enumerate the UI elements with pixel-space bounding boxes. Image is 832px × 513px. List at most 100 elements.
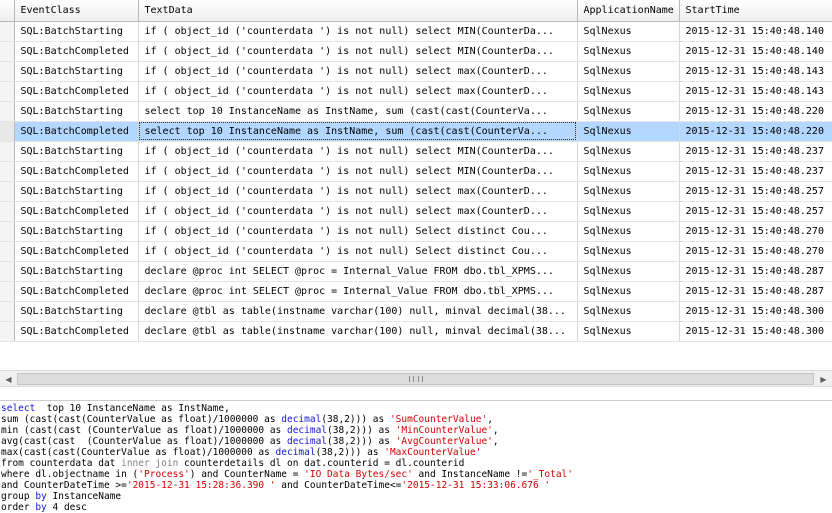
cell-eventclass[interactable]: SQL:BatchStarting <box>14 181 139 202</box>
table-row[interactable]: SQL:BatchCompleted select top 10 Instance… <box>0 121 832 142</box>
cell-textdata[interactable]: if ( object_id ('counterdata ') is not n… <box>138 241 578 262</box>
table-row[interactable]: SQL:BatchCompleted if ( object_id ('count… <box>0 161 832 182</box>
cell-textdata[interactable]: if ( object_id ('counterdata ') is not n… <box>138 61 578 82</box>
table-row[interactable]: SQL:BatchStarting if ( object_id ('counte… <box>0 141 832 162</box>
row-header[interactable] <box>0 301 15 322</box>
cell-starttime[interactable]: 2015-12-31 15:40:48.140 <box>679 21 832 42</box>
scrollbar-thumb[interactable] <box>17 373 814 385</box>
cell-starttime[interactable]: 2015-12-31 15:40:48.143 <box>679 81 832 102</box>
row-header[interactable] <box>0 261 15 282</box>
table-row[interactable]: SQL:BatchStarting if ( object_id ('counte… <box>0 21 832 42</box>
cell-applicationname[interactable]: SqlNexus <box>577 261 680 282</box>
cell-applicationname[interactable]: SqlNexus <box>577 301 680 322</box>
table-row[interactable]: SQL:BatchCompleted if ( object_id ('coun… <box>0 81 832 102</box>
cell-textdata[interactable]: declare @proc int SELECT @proc = Interna… <box>138 261 578 282</box>
cell-applicationname[interactable]: SqlNexus <box>577 241 680 262</box>
cell-starttime[interactable]: 2015-12-31 15:40:48.270 <box>679 241 832 262</box>
cell-applicationname[interactable]: SqlNexus <box>577 121 680 142</box>
cell-eventclass[interactable]: SQL:BatchCompleted <box>14 241 139 262</box>
cell-applicationname[interactable]: SqlNexus <box>577 201 680 222</box>
row-header[interactable] <box>0 221 15 242</box>
cell-textdata[interactable]: if ( object_id ('counterdata ') is not n… <box>138 21 578 42</box>
cell-starttime[interactable]: 2015-12-31 15:40:48.300 <box>679 321 832 342</box>
cell-textdata[interactable]: if ( object_id ('counterdata ') is not n… <box>138 161 578 182</box>
row-header[interactable] <box>0 141 15 162</box>
cell-starttime[interactable]: 2015-12-31 15:40:48.143 <box>679 61 832 82</box>
table-row[interactable]: SQL:BatchCompleted if ( object_id ('count… <box>0 41 832 62</box>
cell-eventclass[interactable]: SQL:BatchCompleted <box>14 161 139 182</box>
table-row[interactable]: SQL:BatchStarting select top 10 InstanceN… <box>0 101 832 122</box>
cell-textdata[interactable]: if ( object_id ('counterdata ') is not n… <box>138 81 578 102</box>
trace-grid[interactable]: EventClass TextData ApplicationName Star… <box>0 0 832 370</box>
sql-text-pane[interactable]: select top 10 InstanceName as InstName, s… <box>0 402 832 513</box>
cell-starttime[interactable]: 2015-12-31 15:40:48.287 <box>679 281 832 302</box>
row-header[interactable] <box>0 241 15 262</box>
cell-applicationname[interactable]: SqlNexus <box>577 321 680 342</box>
column-header-applicationname[interactable]: ApplicationName <box>577 0 680 22</box>
cell-textdata[interactable]: if ( object_id ('counterdata ') is not n… <box>138 181 578 202</box>
table-row[interactable]: SQL:BatchCompleted declare @tbl as table(… <box>0 321 832 342</box>
table-row[interactable]: SQL:BatchStarting if ( object_id ('count… <box>0 181 832 202</box>
cell-starttime[interactable]: 2015-12-31 15:40:48.237 <box>679 161 832 182</box>
column-header-eventclass[interactable]: EventClass <box>14 0 139 22</box>
cell-textdata[interactable]: if ( object_id ('counterdata ') is not n… <box>138 41 578 62</box>
row-header[interactable] <box>0 121 15 142</box>
table-row[interactable]: SQL:BatchCompleted if ( object_id ('count… <box>0 241 832 262</box>
cell-starttime[interactable]: 2015-12-31 15:40:48.220 <box>679 121 832 142</box>
cell-textdata[interactable]: if ( object_id ('counterdata ') is not n… <box>138 141 578 162</box>
grid-corner[interactable] <box>0 0 15 22</box>
cell-applicationname[interactable]: SqlNexus <box>577 161 680 182</box>
cell-starttime[interactable]: 2015-12-31 15:40:48.257 <box>679 181 832 202</box>
cell-textdata[interactable]: select top 10 InstanceName as InstName, … <box>138 121 578 142</box>
cell-eventclass[interactable]: SQL:BatchCompleted <box>14 81 139 102</box>
cell-eventclass[interactable]: SQL:BatchCompleted <box>14 281 139 302</box>
cell-starttime[interactable]: 2015-12-31 15:40:48.257 <box>679 201 832 222</box>
cell-eventclass[interactable]: SQL:BatchCompleted <box>14 201 139 222</box>
column-header-starttime[interactable]: StartTime <box>679 0 832 22</box>
cell-eventclass[interactable]: SQL:BatchStarting <box>14 61 139 82</box>
cell-eventclass[interactable]: SQL:BatchStarting <box>14 101 139 122</box>
row-header[interactable] <box>0 321 15 342</box>
cell-eventclass[interactable]: SQL:BatchCompleted <box>14 41 139 62</box>
cell-eventclass[interactable]: SQL:BatchStarting <box>14 221 139 242</box>
cell-applicationname[interactable]: SqlNexus <box>577 61 680 82</box>
cell-starttime[interactable]: 2015-12-31 15:40:48.287 <box>679 261 832 282</box>
row-header[interactable] <box>0 181 15 202</box>
cell-applicationname[interactable]: SqlNexus <box>577 221 680 242</box>
row-header[interactable] <box>0 161 15 182</box>
cell-textdata[interactable]: declare @proc int SELECT @proc = Interna… <box>138 281 578 302</box>
cell-starttime[interactable]: 2015-12-31 15:40:48.300 <box>679 301 832 322</box>
horizontal-scrollbar[interactable]: ◀ ▶ <box>0 370 832 387</box>
table-row[interactable]: SQL:BatchStarting declare @proc int SELEC… <box>0 261 832 282</box>
table-row[interactable]: SQL:BatchStarting declare @tbl as table(i… <box>0 301 832 322</box>
scroll-right-arrow-icon[interactable]: ▶ <box>815 371 832 387</box>
row-header[interactable] <box>0 101 15 122</box>
cell-applicationname[interactable]: SqlNexus <box>577 81 680 102</box>
row-header[interactable] <box>0 61 15 82</box>
cell-textdata[interactable]: declare @tbl as table(instname varchar(1… <box>138 301 578 322</box>
cell-applicationname[interactable]: SqlNexus <box>577 21 680 42</box>
cell-textdata[interactable]: if ( object_id ('counterdata ') is not n… <box>138 221 578 242</box>
cell-applicationname[interactable]: SqlNexus <box>577 281 680 302</box>
cell-eventclass[interactable]: SQL:BatchCompleted <box>14 321 139 342</box>
row-header[interactable] <box>0 21 15 42</box>
cell-starttime[interactable]: 2015-12-31 15:40:48.140 <box>679 41 832 62</box>
table-row[interactable]: SQL:BatchStarting if ( object_id ('counte… <box>0 221 832 242</box>
cell-eventclass[interactable]: SQL:BatchStarting <box>14 21 139 42</box>
cell-textdata[interactable]: if ( object_id ('counterdata ') is not n… <box>138 201 578 222</box>
row-header[interactable] <box>0 81 15 102</box>
cell-textdata[interactable]: declare @tbl as table(instname varchar(1… <box>138 321 578 342</box>
cell-eventclass[interactable]: SQL:BatchStarting <box>14 301 139 322</box>
cell-starttime[interactable]: 2015-12-31 15:40:48.237 <box>679 141 832 162</box>
cell-textdata[interactable]: select top 10 InstanceName as InstName, … <box>138 101 578 122</box>
cell-starttime[interactable]: 2015-12-31 15:40:48.220 <box>679 101 832 122</box>
cell-eventclass[interactable]: SQL:BatchStarting <box>14 261 139 282</box>
cell-applicationname[interactable]: SqlNexus <box>577 141 680 162</box>
column-header-textdata[interactable]: TextData <box>138 0 578 22</box>
cell-applicationname[interactable]: SqlNexus <box>577 181 680 202</box>
table-row[interactable]: SQL:BatchCompleted if ( object_id ('coun… <box>0 201 832 222</box>
cell-eventclass[interactable]: SQL:BatchStarting <box>14 141 139 162</box>
cell-starttime[interactable]: 2015-12-31 15:40:48.270 <box>679 221 832 242</box>
table-row[interactable]: SQL:BatchCompleted declare @proc int SELE… <box>0 281 832 302</box>
row-header[interactable] <box>0 281 15 302</box>
